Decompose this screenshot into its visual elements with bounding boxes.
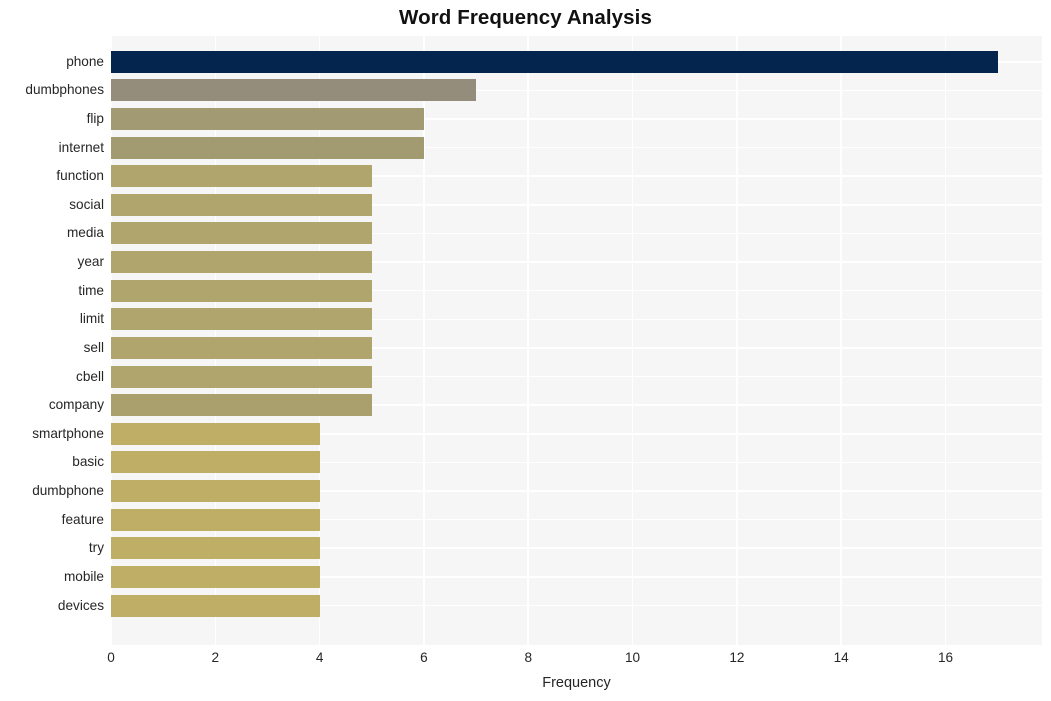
x-axis-tick-labels: 0 2 4 6 8 10 12 14 16 bbox=[0, 650, 1051, 672]
bar bbox=[111, 222, 372, 245]
bar bbox=[111, 251, 372, 274]
y-axis-label: basic bbox=[72, 454, 104, 470]
y-axis-label: smartphone bbox=[32, 425, 104, 441]
gridline-vertical bbox=[527, 36, 530, 645]
x-axis-tick-label: 0 bbox=[107, 650, 115, 665]
chart-figure: Word Frequency Analysis phone dumbphones f… bbox=[0, 0, 1051, 701]
gridline-vertical bbox=[840, 36, 842, 645]
y-axis-label: devices bbox=[57, 597, 104, 613]
chart-title: Word Frequency Analysis bbox=[399, 6, 652, 29]
x-axis-tick-label: 12 bbox=[729, 650, 745, 665]
bar bbox=[111, 308, 372, 331]
y-axis-label: company bbox=[48, 397, 104, 413]
y-axis-label: internet bbox=[58, 139, 104, 155]
gridline-vertical bbox=[736, 36, 738, 645]
y-axis-label: cbell bbox=[76, 368, 104, 384]
y-axis-label: social bbox=[69, 196, 104, 212]
bar bbox=[111, 594, 320, 617]
bar bbox=[111, 136, 424, 159]
bar bbox=[111, 451, 320, 474]
gridline-vertical bbox=[944, 36, 947, 645]
y-axis-label: function bbox=[56, 168, 104, 184]
bar bbox=[111, 79, 477, 102]
y-axis-label: sell bbox=[83, 339, 104, 355]
bar bbox=[111, 107, 424, 130]
bar bbox=[111, 565, 320, 588]
x-axis-tick-label: 16 bbox=[937, 650, 954, 665]
bar bbox=[111, 336, 372, 359]
y-axis-label: limit bbox=[79, 311, 104, 327]
gridline-vertical bbox=[631, 36, 634, 645]
y-axis-label: dumbphones bbox=[25, 82, 104, 98]
y-axis-label: phone bbox=[66, 53, 104, 69]
y-axis-tick-labels: phone dumbphones flip internet function socia… bbox=[0, 36, 104, 645]
y-axis-label: media bbox=[66, 225, 104, 241]
x-axis-tick-label: 4 bbox=[315, 650, 324, 665]
bar bbox=[111, 508, 320, 531]
x-axis-tick-label: 8 bbox=[524, 650, 533, 665]
x-axis-tick-label: 6 bbox=[420, 650, 428, 665]
y-axis-label: try bbox=[88, 540, 104, 556]
y-axis-label: time bbox=[78, 282, 104, 298]
bar bbox=[111, 480, 320, 503]
x-axis-tick-label: 10 bbox=[625, 650, 641, 665]
bar bbox=[111, 193, 372, 216]
y-axis-label: mobile bbox=[63, 568, 104, 584]
y-axis-label: feature bbox=[61, 511, 104, 527]
bar bbox=[111, 365, 372, 388]
bar bbox=[111, 537, 320, 560]
bar bbox=[111, 165, 372, 188]
y-axis-label: flip bbox=[86, 110, 104, 126]
bar bbox=[111, 422, 320, 445]
bar bbox=[111, 394, 372, 417]
y-axis-label: year bbox=[77, 254, 104, 270]
y-axis-label: dumbphone bbox=[32, 483, 104, 499]
x-axis-title: Frequency bbox=[542, 675, 611, 691]
bar bbox=[111, 279, 372, 302]
x-axis-tick-label: 2 bbox=[211, 650, 220, 665]
plot-area bbox=[111, 36, 1042, 645]
x-axis-tick-label: 14 bbox=[833, 650, 849, 665]
bar bbox=[111, 50, 998, 73]
